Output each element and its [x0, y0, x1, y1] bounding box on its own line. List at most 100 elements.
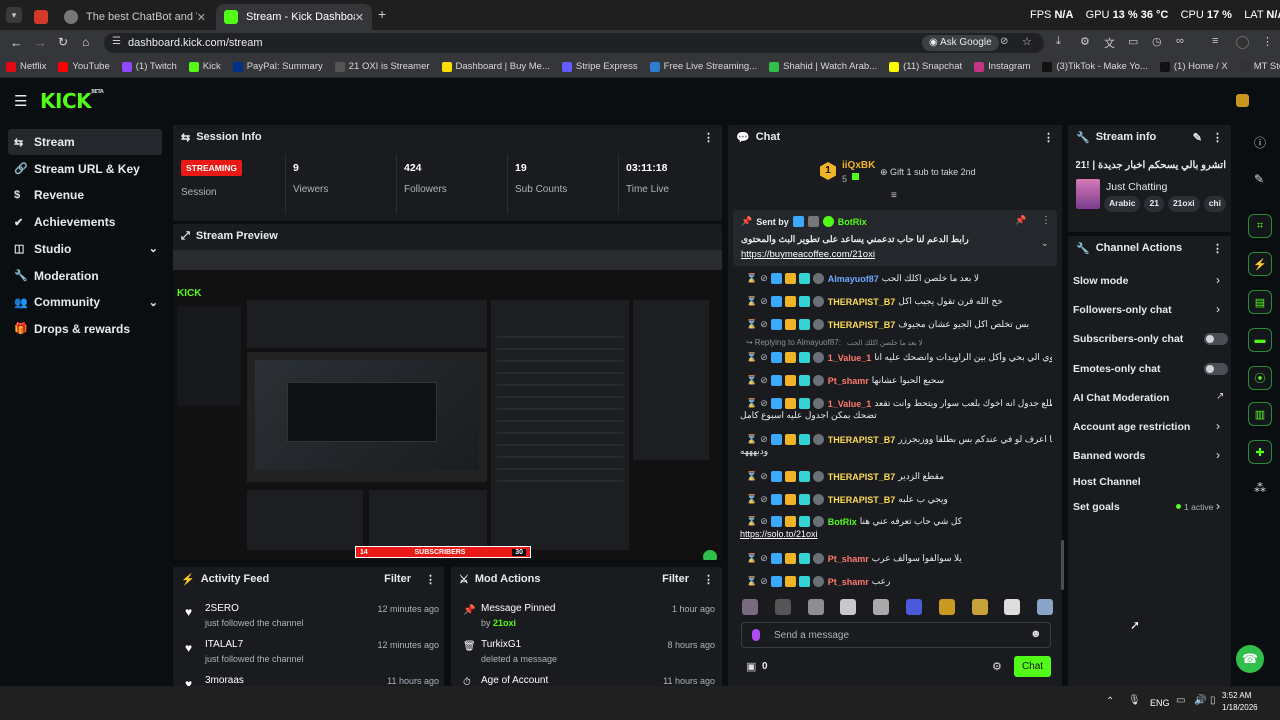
- back-icon[interactable]: ←: [10, 35, 23, 50]
- sidebar-item-achievements[interactable]: ✔ Achievements: [8, 209, 162, 235]
- mic-icon[interactable]: [752, 629, 760, 641]
- bookmark-item[interactable]: (1) Twitch: [121, 61, 177, 72]
- sidebar-item-moderation[interactable]: 🔧 Moderation: [8, 263, 162, 289]
- more-icon[interactable]: ⋮: [1212, 242, 1223, 255]
- chat-message[interactable]: ⌛ ⊘ THERAPIST_B7 بس تخلص اكل الجيو عشان مجي…: [746, 319, 1052, 330]
- chat-username[interactable]: Pt_shamr: [828, 577, 869, 587]
- home-icon[interactable]: ⌂: [82, 35, 89, 49]
- ban-icon[interactable]: ⊘: [760, 375, 768, 386]
- sidepanel-icon[interactable]: ≡: [1212, 35, 1218, 47]
- ban-icon[interactable]: ⊘: [760, 296, 768, 307]
- more-icon[interactable]: ⋮: [1041, 215, 1051, 226]
- chat-message[interactable]: ⌛ ⊘ THERAPIST_B7 ما اعرف لو في عندكم بس بطل…: [746, 434, 1052, 445]
- hourglass-icon[interactable]: ⌛: [746, 319, 757, 330]
- bookmark-item[interactable]: Kick: [188, 61, 221, 72]
- ban-icon[interactable]: ⊘: [760, 516, 768, 527]
- chevron-down-icon[interactable]: ⌄: [149, 296, 158, 309]
- history-icon[interactable]: ◷: [1152, 35, 1162, 48]
- emote-icon[interactable]: [807, 599, 824, 615]
- mic-icon[interactable]: 🎙: [1128, 695, 1141, 706]
- send-chat-button[interactable]: Chat: [1014, 656, 1051, 677]
- edit-icon[interactable]: ✎: [1193, 131, 1202, 144]
- stream-tag[interactable]: chi: [1203, 196, 1226, 212]
- bookmark-item[interactable]: MT Store - مرحبًا: [1239, 61, 1280, 72]
- chat-bubble-icon[interactable]: ▬: [1248, 328, 1272, 352]
- sidebar-item-community[interactable]: 👥 Community ⌄: [8, 289, 162, 315]
- chevron-down-icon[interactable]: ⌄: [149, 242, 158, 255]
- chat-username[interactable]: THERAPIST_B7: [828, 495, 896, 505]
- lightning-icon[interactable]: ⚡: [1248, 252, 1272, 276]
- hourglass-icon[interactable]: ⌛: [746, 352, 757, 363]
- broadcast-icon[interactable]: ⦿: [1248, 366, 1272, 390]
- link-icon[interactable]: ∞: [1176, 35, 1184, 47]
- sidebar-item-studio[interactable]: ◫ Studio ⌄: [8, 236, 162, 262]
- more-icon[interactable]: ⋮: [1212, 131, 1223, 144]
- crop-icon[interactable]: ⌗: [1248, 214, 1272, 238]
- chevron-right-icon[interactable]: ›: [1216, 499, 1220, 513]
- clock-date[interactable]: 1/18/2026: [1222, 703, 1258, 712]
- hourglass-icon[interactable]: ⌛: [746, 553, 757, 564]
- hourglass-icon[interactable]: ⌛: [746, 296, 757, 307]
- bookmark-item[interactable]: (11) Snapchat: [889, 61, 962, 72]
- chat-username[interactable]: THERAPIST_B7: [828, 472, 896, 482]
- chat-message[interactable]: ⌛ ⊘ Pt_shamr يلا سوالفوا سوالف عرب: [746, 553, 1052, 564]
- ask-google-button[interactable]: ◉ Ask Google: [922, 35, 999, 51]
- action-set-goals[interactable]: Set goals: [1073, 501, 1120, 513]
- more-icon[interactable]: ⋮: [1043, 131, 1054, 144]
- emote-icon[interactable]: [840, 599, 857, 615]
- chat-message[interactable]: ⌛ ⊘ THERAPIST_B7 مقطع الزدير: [746, 471, 1052, 482]
- server-icon[interactable]: ▥: [1248, 402, 1272, 426]
- ban-icon[interactable]: ⊘: [760, 576, 768, 587]
- menu-icon[interactable]: ⋮: [1262, 35, 1273, 48]
- emote-icon[interactable]: [1037, 599, 1054, 615]
- tab-pinned[interactable]: [30, 4, 52, 30]
- tab-kick-dashboard[interactable]: Stream - Kick Dashboard ✕: [216, 4, 372, 30]
- chevron-right-icon[interactable]: ›: [1216, 448, 1220, 462]
- action-followers-only-chat[interactable]: Followers-only chat: [1073, 304, 1172, 316]
- chat-scrollbar[interactable]: [1061, 540, 1064, 590]
- chat-settings-icon[interactable]: ⚙: [992, 660, 1002, 673]
- emote-icon[interactable]: [906, 599, 922, 615]
- stream-tag[interactable]: Arabic: [1104, 196, 1141, 212]
- network-icon[interactable]: ▭: [1176, 695, 1185, 706]
- sidebar-item-revenue[interactable]: $ Revenue: [8, 182, 162, 208]
- chat-username[interactable]: THERAPIST_B7: [828, 297, 896, 307]
- activity-username[interactable]: 3moraas: [205, 675, 244, 686]
- hourglass-icon[interactable]: ⌛: [746, 516, 757, 527]
- chat-message[interactable]: ⌛ ⊘ THERAPIST_B7 خخ الله فرن تقول يجيب اكل: [746, 296, 1052, 307]
- sidebar-item-stream[interactable]: ⇆ Stream: [8, 129, 162, 155]
- tab-menu-button[interactable]: ▾: [6, 7, 22, 23]
- chat-username[interactable]: THERAPIST_B7: [828, 320, 896, 330]
- ban-icon[interactable]: ⊘: [760, 352, 768, 363]
- emote-icon[interactable]: [938, 599, 955, 615]
- kick-logo[interactable]: KICKBETA: [40, 89, 104, 113]
- chat-username[interactable]: Almayuof87: [828, 274, 879, 284]
- chat-message[interactable]: ⌛⊘ 1_Value_1قسم بالله اطلع جدول انه اخوك …: [746, 398, 1052, 409]
- emote-icon[interactable]: [774, 599, 791, 615]
- bookmark-item[interactable]: Dashboard | Buy Me...: [441, 61, 550, 72]
- chat-username[interactable]: Pt_shamr: [828, 554, 869, 564]
- chevron-right-icon[interactable]: ›: [1216, 302, 1220, 316]
- chat-message[interactable]: ⌛ ⊘ Pt_shamr رعب: [746, 576, 1052, 587]
- sidebar-item-stream-url-key[interactable]: 🔗 Stream URL & Key: [8, 156, 162, 182]
- stream-tag[interactable]: 21: [1144, 196, 1164, 212]
- hamburger-icon[interactable]: ☰: [14, 92, 27, 110]
- bookmark-item[interactable]: (3)TikTok - Make Yo...: [1042, 61, 1148, 72]
- unpin-icon[interactable]: 📌: [1015, 215, 1026, 226]
- emote-icon[interactable]: [742, 599, 758, 615]
- hourglass-icon[interactable]: ⌛: [746, 273, 757, 284]
- forward-icon[interactable]: →: [34, 35, 47, 50]
- close-icon[interactable]: ✕: [197, 11, 206, 24]
- chat-username[interactable]: THERAPIST_B7: [828, 435, 896, 445]
- ban-icon[interactable]: ⊘: [760, 273, 768, 284]
- more-icon[interactable]: ⋮: [703, 573, 714, 586]
- action-ai-chat-moderation[interactable]: AI Chat Moderation: [1073, 392, 1169, 404]
- download-icon[interactable]: ⤓: [1056, 35, 1061, 48]
- ban-icon[interactable]: ⊘: [760, 471, 768, 482]
- toggle-subscribers-only-chat[interactable]: [1204, 333, 1228, 345]
- chat-message[interactable]: ⌛ ⊘ BotRix كل شي حاب تعرفه عني هنا: [746, 516, 1052, 527]
- bookmark-item[interactable]: Shahid | Watch Arab...: [769, 61, 877, 72]
- activity-filter-button[interactable]: Filter: [384, 573, 411, 585]
- toggle-emotes-only-chat[interactable]: [1204, 363, 1228, 375]
- volume-icon[interactable]: 🔊: [1194, 695, 1206, 706]
